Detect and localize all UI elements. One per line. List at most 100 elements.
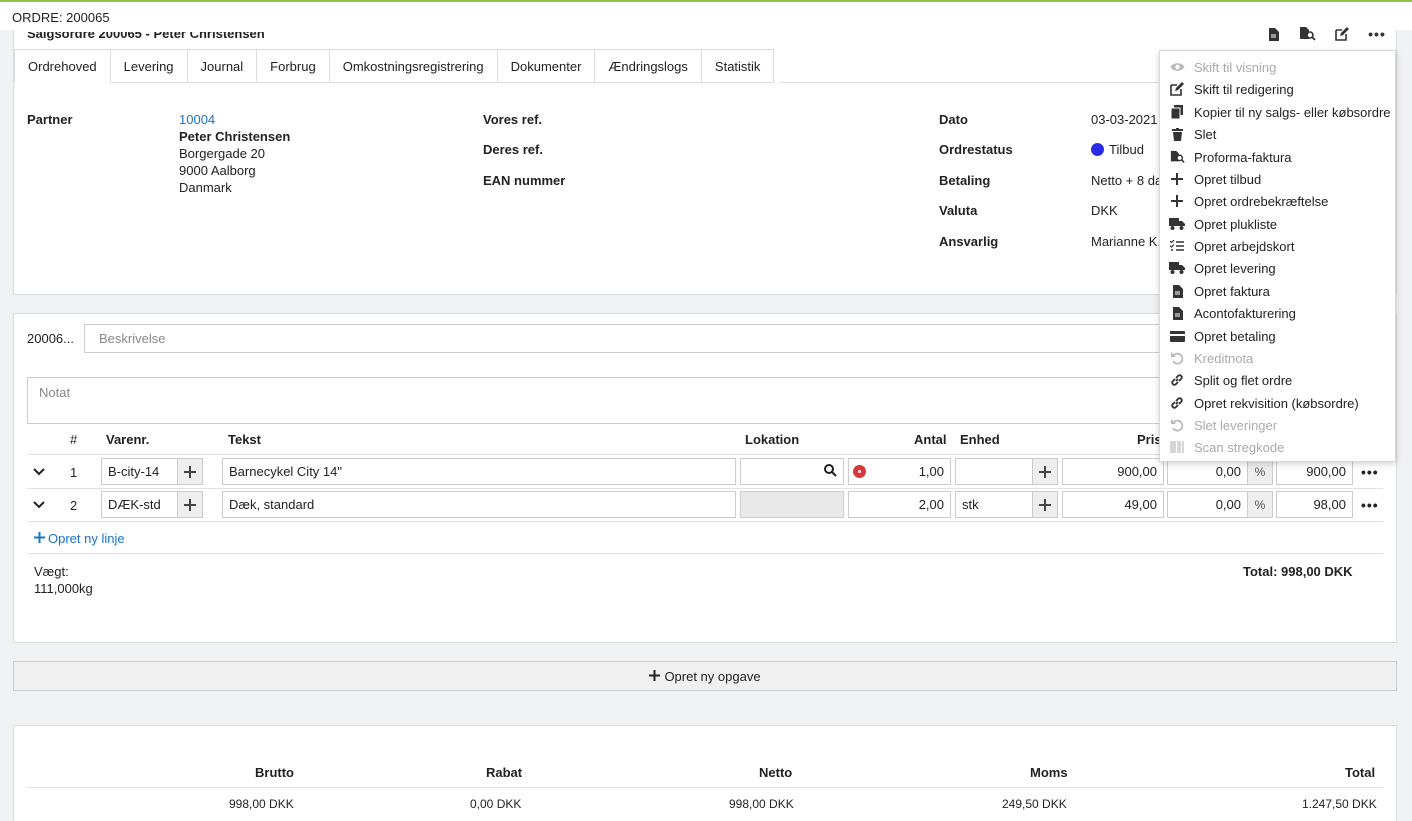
summary-netto-value: 998,00 DKK xyxy=(729,797,794,811)
tab-forbrug[interactable]: Forbrug xyxy=(257,49,330,83)
add-item-button[interactable] xyxy=(177,491,203,518)
menu-item-slet-leveringer[interactable]: Slet leveringer xyxy=(1160,414,1395,436)
edit-icon xyxy=(1160,82,1194,96)
col-nr: # xyxy=(70,432,78,447)
document-icon xyxy=(1160,284,1194,298)
partner-label: Partner xyxy=(27,112,73,127)
summary-card xyxy=(13,725,1397,821)
tab-ordrehoved[interactable]: Ordrehoved xyxy=(14,49,111,83)
document-icon[interactable] xyxy=(1263,24,1283,44)
edit-icon[interactable] xyxy=(1332,24,1352,44)
varenr-input[interactable]: B-city-14 xyxy=(101,458,178,485)
menu-item-opret-betaling[interactable]: Opret betaling xyxy=(1160,325,1395,347)
tab-aendringslogs[interactable]: Ændringslogs xyxy=(595,49,702,83)
expand-row-icon[interactable] xyxy=(32,498,46,513)
search-icon[interactable] xyxy=(824,463,837,480)
trash-icon xyxy=(1160,127,1194,141)
tab-levering[interactable]: Levering xyxy=(110,49,188,83)
lokation-input[interactable] xyxy=(740,458,844,485)
menu-item-opret-levering[interactable]: Opret levering xyxy=(1160,257,1395,279)
row-options-icon[interactable]: ••• xyxy=(1361,464,1379,480)
betaling-value: Netto + 8 da xyxy=(1091,173,1163,188)
ansvarlig-label: Ansvarlig xyxy=(939,234,999,249)
summary-brutto-header: Brutto xyxy=(255,765,294,780)
credit-card-icon xyxy=(1160,330,1194,342)
tekst-input[interactable]: Dæk, standard xyxy=(222,491,736,518)
dato-label: Dato xyxy=(939,112,968,127)
menu-item-opret-rekvisition[interactable]: Opret rekvisition (købsordre) xyxy=(1160,392,1395,414)
rabat-input[interactable]: 0,00 xyxy=(1167,491,1248,518)
antal-input[interactable]: 2,00 xyxy=(848,491,951,518)
plus-icon xyxy=(1160,173,1194,185)
summary-moms-value: 249,50 DKK xyxy=(1002,797,1067,811)
undo-icon xyxy=(1160,418,1194,432)
tab-bar: Ordrehoved Levering Journal Forbrug Omko… xyxy=(14,49,775,83)
add-item-button[interactable] xyxy=(177,458,203,485)
menu-item-proforma-faktura[interactable]: Proforma-faktura xyxy=(1160,146,1395,168)
status-dot xyxy=(1091,143,1104,156)
add-unit-button[interactable] xyxy=(1032,458,1058,485)
valuta-label: Valuta xyxy=(939,203,978,218)
col-antal: Antal xyxy=(914,432,947,447)
task-total: Total: 998,00 DKK xyxy=(1243,564,1353,579)
menu-item-kopier[interactable]: Kopier til ny salgs- eller købsordre xyxy=(1160,101,1395,123)
line-total-input[interactable]: 98,00 xyxy=(1276,491,1353,518)
tab-dokumenter[interactable]: Dokumenter xyxy=(497,49,596,83)
line-nr: 2 xyxy=(70,498,78,513)
ordrestatus-label: Ordrestatus xyxy=(939,142,1013,157)
menu-item-opret-tilbud[interactable]: Opret tilbud xyxy=(1160,168,1395,190)
tab-statistik[interactable]: Statistik xyxy=(701,49,775,83)
row-options-icon[interactable]: ••• xyxy=(1361,497,1379,513)
menu-item-slet[interactable]: Slet xyxy=(1160,123,1395,145)
document-icon xyxy=(1160,306,1194,320)
menu-item-skift-til-visning[interactable]: Skift til visning xyxy=(1160,56,1395,78)
partner-country: Danmark xyxy=(179,180,232,195)
menu-item-opret-ordrebekraeftelse[interactable]: Opret ordrebekræftelse xyxy=(1160,190,1395,212)
menu-item-opret-arbejdskort[interactable]: Opret arbejdskort xyxy=(1160,235,1395,257)
col-pris: Pris xyxy=(1137,432,1162,447)
menu-item-scan-stregkode[interactable]: Scan stregkode xyxy=(1160,436,1395,458)
enhed-input[interactable]: stk xyxy=(955,491,1033,518)
summary-rabat-header: Rabat xyxy=(486,765,523,780)
menu-item-acontofakturering[interactable]: Acontofakturering xyxy=(1160,302,1395,324)
summary-brutto-value: 998,00 DKK xyxy=(229,797,294,811)
enhed-input[interactable] xyxy=(955,458,1033,485)
search-document-icon xyxy=(1160,150,1194,164)
menu-item-kreditnota[interactable]: Kreditnota xyxy=(1160,347,1395,369)
menu-item-split-og-flet[interactable]: Split og flet ordre xyxy=(1160,369,1395,391)
col-enhed: Enhed xyxy=(960,432,1000,447)
barcode-icon xyxy=(1160,441,1194,453)
percent-toggle[interactable]: % xyxy=(1247,491,1273,518)
expand-row-icon[interactable] xyxy=(32,465,46,480)
pris-input[interactable]: 900,00 xyxy=(1062,458,1164,485)
ean-label: EAN nummer xyxy=(483,173,566,188)
actions-dropdown-menu: Skift til visning Skift til redigering K… xyxy=(1159,50,1396,462)
col-varenr: Varenr. xyxy=(106,432,150,447)
new-line-link[interactable]: Opret ny linje xyxy=(34,531,125,546)
more-options-icon[interactable]: ••• xyxy=(1367,24,1387,44)
add-unit-button[interactable] xyxy=(1032,491,1058,518)
menu-item-skift-til-redigering[interactable]: Skift til redigering xyxy=(1160,78,1395,100)
eye-icon xyxy=(1160,62,1194,72)
tekst-input[interactable]: Barnecykel City 14" xyxy=(222,458,736,485)
plus-icon xyxy=(34,531,45,546)
line-nr: 1 xyxy=(70,465,78,480)
pris-input[interactable]: 49,00 xyxy=(1062,491,1164,518)
tab-omkostningsregistrering[interactable]: Omkostningsregistrering xyxy=(329,49,498,83)
partner-number-link[interactable]: 10004 xyxy=(179,112,215,127)
search-document-icon[interactable] xyxy=(1297,24,1317,44)
menu-item-opret-faktura[interactable]: Opret faktura xyxy=(1160,280,1395,302)
rabat-input[interactable]: 0,00 xyxy=(1167,458,1248,485)
summary-total-header: Total xyxy=(1345,765,1376,780)
menu-item-opret-plukliste[interactable]: Opret plukliste xyxy=(1160,213,1395,235)
summary-divider xyxy=(27,787,1383,788)
tab-journal[interactable]: Journal xyxy=(187,49,258,83)
col-tekst: Tekst xyxy=(228,432,261,447)
summary-rabat-value: 0,00 DKK xyxy=(470,797,522,811)
partner-name: Peter Christensen xyxy=(179,129,291,144)
line-total-input[interactable]: 900,00 xyxy=(1276,458,1353,485)
percent-toggle[interactable]: % xyxy=(1247,458,1273,485)
ansvarlig-value: Marianne K. xyxy=(1091,234,1162,249)
varenr-input[interactable]: DÆK-std xyxy=(101,491,178,518)
new-task-button[interactable]: Opret ny opgave xyxy=(13,661,1397,691)
